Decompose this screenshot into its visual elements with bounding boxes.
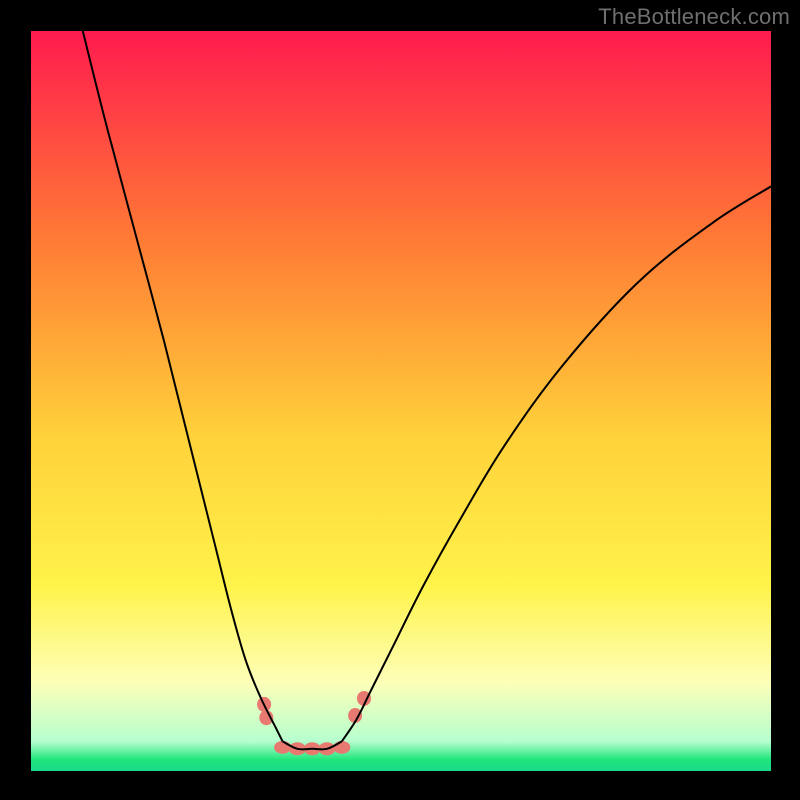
plot-area	[30, 30, 772, 772]
chart-stage: TheBottleneck.com	[0, 0, 800, 800]
valley-marker	[333, 741, 350, 754]
gradient-bg	[31, 31, 771, 771]
chart-svg	[31, 31, 771, 771]
valley-marker	[274, 741, 291, 754]
watermark-label: TheBottleneck.com	[598, 4, 790, 30]
